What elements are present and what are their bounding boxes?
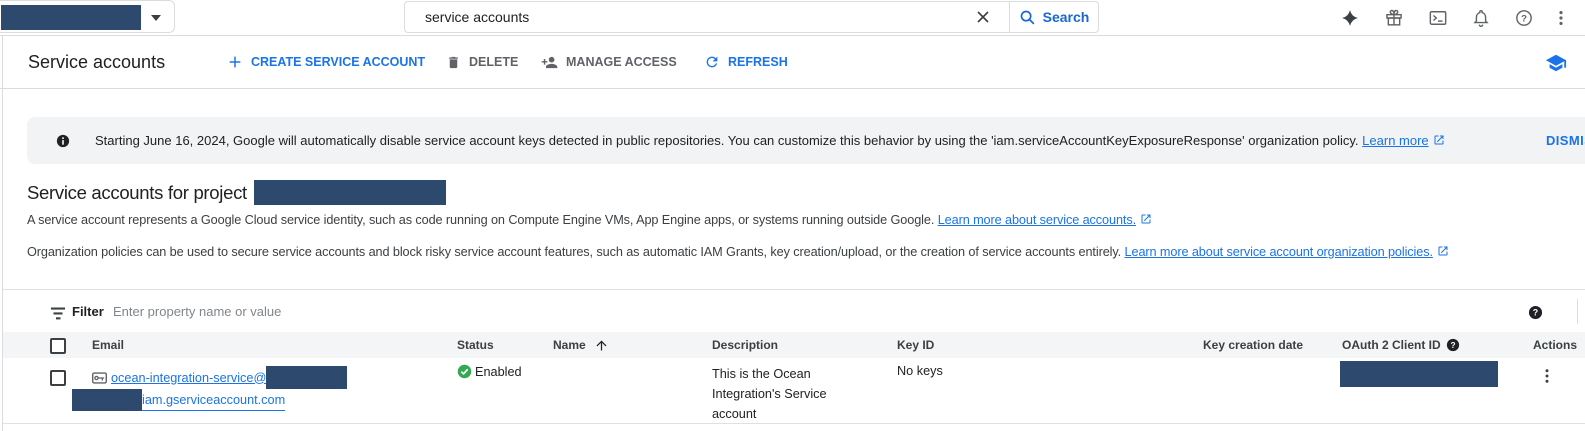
org-policy-paragraph: Organization policies can be used to sec…	[27, 245, 1449, 259]
svg-text:?: ?	[1533, 308, 1538, 318]
email-redacted	[72, 389, 142, 411]
learning-icon[interactable]	[1545, 52, 1567, 74]
refresh-button[interactable]: REFRESH	[704, 36, 788, 88]
row-checkbox[interactable]	[50, 370, 66, 386]
service-account-email-link[interactable]: ocean-integration-service@	[111, 371, 266, 385]
top-bar: service accounts Search ?	[0, 0, 1585, 36]
project-name-redacted	[1, 5, 141, 30]
column-header-description[interactable]: Description	[712, 338, 897, 352]
search-bar[interactable]: service accounts Search	[404, 1, 1099, 33]
clear-search-icon[interactable]	[975, 9, 991, 25]
external-link-icon	[1433, 134, 1445, 146]
key-creation-date-cell	[1203, 358, 1323, 424]
filter-divider	[1577, 299, 1578, 324]
external-link-icon	[1437, 245, 1449, 257]
notifications-icon[interactable]	[1471, 8, 1491, 28]
page-title: Service accounts	[28, 36, 165, 88]
filter-input[interactable]: Enter property name or value	[113, 290, 281, 333]
table-row: ocean-integration-service@ iam.gservicea…	[3, 358, 1585, 424]
row-actions-icon[interactable]	[1538, 366, 1556, 386]
status-enabled-icon	[457, 364, 472, 379]
oauth-client-id-cell	[1323, 358, 1524, 424]
select-all-checkbox[interactable]	[50, 338, 66, 354]
oauth-client-id-redacted	[1340, 361, 1498, 387]
more-options-icon[interactable]	[1551, 8, 1571, 28]
service-account-email-link[interactable]: iam.gserviceaccount.com	[142, 393, 285, 407]
actions-cell	[1524, 358, 1585, 424]
sort-ascending-icon	[594, 338, 609, 353]
page-toolbar: Service accounts CREATE SERVICE ACCOUNT …	[0, 36, 1585, 89]
create-service-account-button[interactable]: CREATE SERVICE ACCOUNT	[227, 36, 425, 88]
project-id-redacted	[254, 180, 446, 205]
manage-access-button[interactable]: MANAGE ACCESS	[541, 36, 677, 88]
svg-text:?: ?	[1521, 13, 1527, 24]
chevron-down-icon	[151, 15, 161, 21]
column-header-key-id[interactable]: Key ID	[897, 338, 1203, 352]
email-redacted	[266, 366, 347, 389]
project-selector[interactable]	[0, 0, 175, 33]
info-banner: Starting June 16, 2024, Google will auto…	[27, 117, 1585, 164]
plus-icon	[227, 54, 243, 70]
oauth-help-icon[interactable]: ?	[1446, 338, 1460, 352]
delete-button[interactable]: DELETE	[446, 36, 518, 88]
filter-icon	[51, 307, 66, 320]
info-icon	[56, 134, 70, 148]
description-cell: This is the Ocean Integration's Service …	[712, 358, 842, 424]
svg-text:?: ?	[1450, 340, 1455, 350]
refresh-icon	[704, 54, 720, 70]
section-heading: Service accounts for project	[27, 180, 446, 205]
banner-message: Starting June 16, 2024, Google will auto…	[95, 117, 1445, 164]
column-header-actions: Actions	[1524, 338, 1585, 352]
trash-icon	[446, 55, 461, 70]
filter-label: Filter	[72, 290, 104, 333]
cloud-shell-icon[interactable]	[1428, 8, 1448, 28]
column-header-key-creation-date[interactable]: Key creation date	[1203, 338, 1323, 352]
help-icon[interactable]: ?	[1514, 8, 1534, 28]
gifts-icon[interactable]	[1384, 8, 1404, 28]
email-cell: ocean-integration-service@ iam.gservicea…	[84, 358, 457, 424]
org-policies-learn-more-link[interactable]: Learn more about service account organiz…	[1125, 245, 1433, 259]
external-link-icon	[1140, 213, 1152, 225]
column-header-email[interactable]: Email	[84, 338, 457, 352]
service-accounts-learn-more-link[interactable]: Learn more about service accounts.	[938, 213, 1136, 227]
intro-paragraph: A service account represents a Google Cl…	[27, 213, 1152, 227]
dismiss-button[interactable]: DISMISS	[1546, 117, 1585, 164]
column-header-oauth-client-id[interactable]: OAuth 2 Client ID?	[1323, 338, 1524, 352]
search-button[interactable]: Search	[1010, 2, 1098, 32]
table-header: Email Status Name Description Key ID Key…	[3, 332, 1585, 358]
filter-bar: Filter Enter property name or value ?	[3, 289, 1585, 332]
key-id-cell: No keys	[897, 358, 1203, 424]
column-header-status[interactable]: Status	[457, 338, 553, 352]
search-input[interactable]: service accounts	[425, 2, 529, 32]
gemini-sparkle-icon[interactable]	[1340, 8, 1360, 28]
filter-help-icon[interactable]: ?	[1528, 305, 1543, 320]
service-account-icon	[92, 372, 107, 384]
name-cell	[553, 358, 712, 424]
status-cell: Enabled	[457, 358, 553, 424]
learn-more-link[interactable]: Learn more	[1362, 133, 1428, 148]
person-add-icon	[541, 54, 558, 71]
search-icon	[1019, 9, 1036, 26]
column-header-name[interactable]: Name	[553, 338, 712, 353]
